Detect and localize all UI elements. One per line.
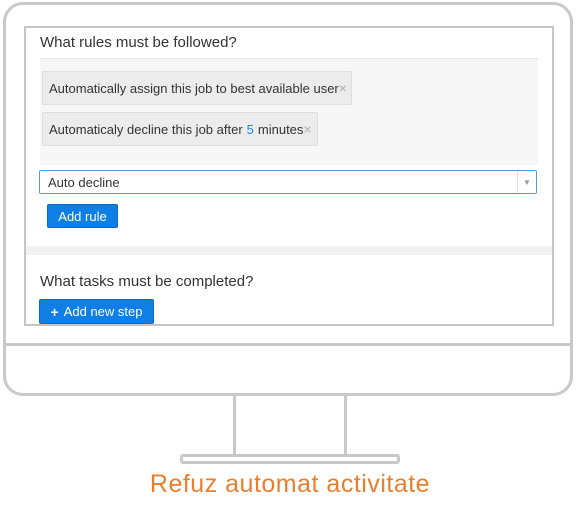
close-icon[interactable]: × <box>303 122 311 136</box>
rule-chip-label-after: minutes <box>257 121 304 137</box>
rule-chip-auto-decline: Automaticaly decline this job after 5 mi… <box>42 112 318 146</box>
rules-list: Automatically assign this job to best av… <box>40 59 538 165</box>
caption: Refuz automat activitate <box>149 470 431 498</box>
monitor-bezel-line <box>3 343 573 346</box>
section-separator <box>26 246 552 255</box>
minutes-value[interactable]: 5 <box>247 122 254 137</box>
screen-panel: What rules must be followed? Automatical… <box>24 26 554 326</box>
rule-type-select[interactable]: Auto decline ▼ <box>39 170 537 194</box>
illustration: What rules must be followed? Automatical… <box>0 0 580 507</box>
rule-chip-auto-assign: Automatically assign this job to best av… <box>42 71 352 105</box>
rule-chip-label: Automatically assign this job to best av… <box>49 80 339 96</box>
tasks-heading: What tasks must be completed? <box>40 273 254 290</box>
plus-icon: + <box>50 303 59 320</box>
rule-type-selected-value: Auto decline <box>48 174 120 190</box>
add-new-step-label: Add new step <box>63 304 143 319</box>
add-new-step-button[interactable]: + Add new step <box>39 299 154 324</box>
add-rule-label: Add rule <box>58 208 107 224</box>
rule-chip-label-before: Automaticaly decline this job after <box>49 121 243 137</box>
close-icon[interactable]: × <box>339 81 347 95</box>
rules-heading: What rules must be followed? <box>40 34 237 51</box>
monitor-stand-neck <box>233 396 347 456</box>
monitor-stand-base <box>180 454 400 464</box>
add-rule-button[interactable]: Add rule <box>47 204 118 228</box>
chevron-down-icon[interactable]: ▼ <box>517 171 536 193</box>
